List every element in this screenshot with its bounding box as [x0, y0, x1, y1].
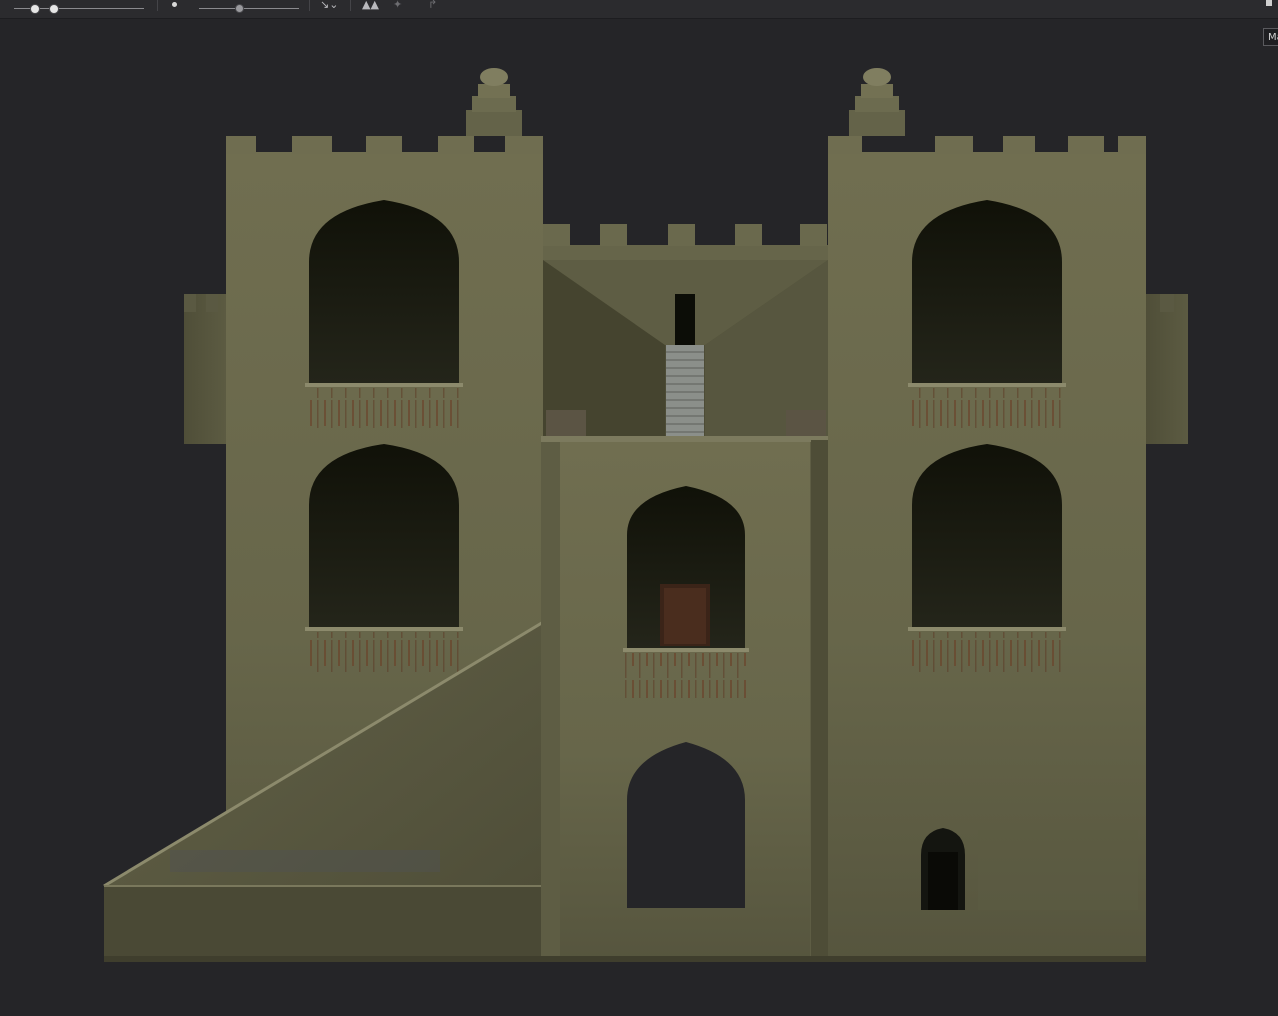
viewport-canvas[interactable]: [0, 0, 1278, 1016]
foundation: [104, 956, 1146, 962]
right-side-turret: [1145, 294, 1188, 444]
right-tower: [828, 68, 1146, 962]
left-side-turret: [184, 294, 226, 444]
central-gate-tower: [541, 436, 828, 962]
central-courtyard: [543, 224, 828, 440]
